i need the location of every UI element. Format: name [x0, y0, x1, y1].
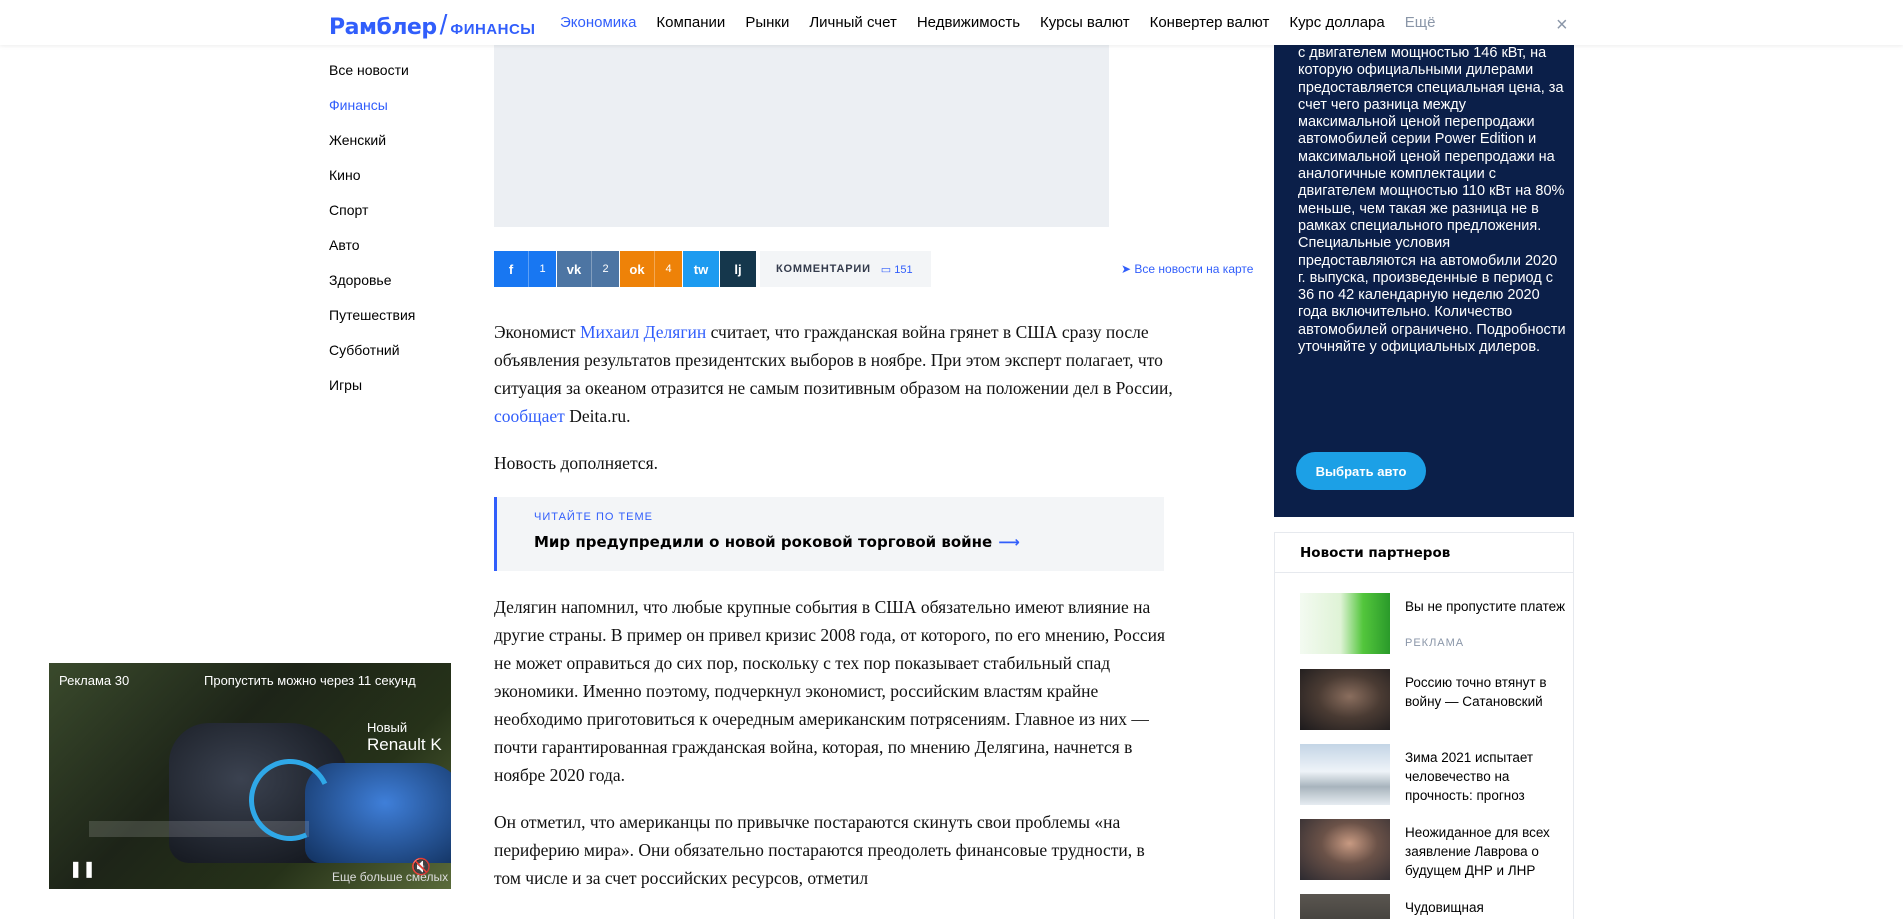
partner-news-item[interactable]: Чудовищная: [1300, 894, 1570, 919]
sidebar-item-all-news[interactable]: Все новости: [329, 62, 415, 97]
partner-news-text: Неожиданное для всех заявление Лаврова о…: [1405, 825, 1550, 878]
comments-button[interactable]: КОММЕНТАРИИ ▭ 151: [760, 251, 931, 287]
video-ad-player[interactable]: Реклама 30 Пропустить можно через 11 сек…: [49, 663, 451, 889]
odnoklassniki-icon: ok: [629, 261, 645, 277]
partner-news-title: Новости партнеров: [1300, 545, 1451, 561]
partner-news-item[interactable]: Зима 2021 испытает человечество на прочн…: [1300, 744, 1570, 808]
article-paragraph: Он отметил, что американцы по привычке п…: [494, 812, 1145, 888]
twitter-icon: tw: [693, 261, 709, 277]
vk-icon: vk: [566, 261, 582, 277]
location-arrow-icon: ➤: [1121, 262, 1132, 276]
divider: [1275, 572, 1573, 573]
nav-item-dollar-rate[interactable]: Курс доллара: [1289, 14, 1384, 31]
nav-item-personal-account[interactable]: Личный счет: [809, 14, 897, 31]
source-link[interactable]: сообщает: [494, 406, 565, 426]
article-paragraph: Делягин напомнил, что любые крупные собы…: [494, 597, 1166, 785]
logo-slash: /: [439, 9, 448, 40]
comments-count: ▭ 151: [881, 263, 913, 276]
comments-label: КОММЕНТАРИИ: [776, 263, 871, 275]
partner-news-thumbnail: [1300, 894, 1390, 919]
partner-news-thumbnail: [1300, 744, 1390, 805]
skip-ad-label[interactable]: Пропустить можно через 11 секунд: [204, 673, 416, 688]
nav-item-companies[interactable]: Компании: [656, 14, 725, 31]
site-header: Рамблер / ФИНАНСЫ Экономика Компании Рын…: [0, 0, 1903, 45]
share-livejournal-button[interactable]: lj: [720, 251, 756, 287]
article-paragraph: Экономист Михаил Делягин считает, что гр…: [494, 318, 1174, 430]
nav-item-more[interactable]: Ещё: [1405, 14, 1436, 31]
nav-item-economics[interactable]: Экономика: [560, 14, 636, 31]
partner-news: Новости партнеров Вы не пропустите плате…: [1274, 532, 1574, 919]
arrow-right-icon: ⟶: [998, 533, 1020, 551]
ad-countdown-label: Реклама 30: [59, 673, 130, 688]
nav-item-currency-converter[interactable]: Конвертер валют: [1150, 14, 1270, 31]
share-bar: f 1 vk 2 ok 4 tw lj КОММЕНТАРИИ ▭ 151: [494, 251, 931, 287]
read-also-link[interactable]: Мир предупредили о новой роковой торгово…: [534, 533, 1164, 551]
comments-count-value: 151: [894, 263, 913, 276]
top-nav: Экономика Компании Рынки Личный счет Нед…: [560, 14, 1455, 31]
comment-bubble-icon: ▭: [880, 263, 892, 276]
read-also-link-text: Мир предупредили о новой роковой торгово…: [534, 533, 993, 551]
logo-main-text: Рамблер: [329, 15, 437, 40]
mute-icon[interactable]: 🔇: [411, 857, 431, 877]
sidebar-item-sport[interactable]: Спорт: [329, 202, 415, 237]
paragraph-text: Deita.ru.: [564, 406, 631, 426]
sidebar-item-finance[interactable]: Финансы: [329, 97, 415, 132]
sidebar: Все новости Финансы Женский Кино Спорт А…: [329, 62, 415, 412]
facebook-count: 1: [528, 251, 556, 287]
car-ad-banner[interactable]: с двигателем мощностью 146 кВт, на котор…: [1274, 0, 1574, 517]
article-body: Экономист Михаил Делягин считает, что гр…: [494, 318, 1174, 496]
livejournal-icon: lj: [734, 261, 742, 277]
car-ad-text: с двигателем мощностью 146 кВт, на котор…: [1298, 45, 1566, 356]
nav-item-real-estate[interactable]: Недвижимость: [917, 14, 1020, 31]
news-map-link[interactable]: ➤ Все новости на карте: [1121, 262, 1253, 276]
delyagin-link[interactable]: Михаил Делягин: [580, 322, 706, 342]
sidebar-item-kino[interactable]: Кино: [329, 167, 415, 202]
pause-icon[interactable]: ❚❚: [69, 859, 96, 879]
ad-brand-big: Renault K: [367, 735, 442, 754]
article-image: [494, 45, 1109, 227]
logo-sub-text: ФИНАНСЫ: [450, 21, 536, 38]
sidebar-item-women[interactable]: Женский: [329, 132, 415, 167]
read-also-title: ЧИТАЙТЕ ПО ТЕМЕ: [534, 511, 654, 523]
sidebar-item-saturday[interactable]: Субботний: [329, 342, 415, 377]
partner-news-thumbnail: [1300, 593, 1390, 654]
sidebar-item-travel[interactable]: Путешествия: [329, 307, 415, 342]
close-icon[interactable]: ×: [1556, 14, 1568, 37]
partner-news-text: Чудовищная: [1405, 900, 1484, 915]
share-twitter-button[interactable]: tw: [683, 251, 719, 287]
sidebar-item-auto[interactable]: Авто: [329, 237, 415, 272]
rambler-logo[interactable]: Рамблер / ФИНАНСЫ: [329, 9, 536, 41]
article-body-continued: Делягин напомнил, что любые крупные собы…: [494, 593, 1174, 911]
partner-news-item[interactable]: Вы не пропустите платеж РЕКЛАМА: [1300, 593, 1570, 657]
partner-news-text: Россию точно втянут в войну — Сатановски…: [1405, 675, 1547, 709]
article-paragraph: Новость дополняется.: [494, 453, 658, 473]
paragraph-text: Экономист: [494, 322, 580, 342]
news-map-label: Все новости на карте: [1134, 262, 1254, 276]
share-facebook-button[interactable]: f 1: [494, 251, 556, 287]
ok-count: 4: [654, 251, 682, 287]
share-vk-button[interactable]: vk 2: [557, 251, 619, 287]
partner-news-thumbnail: [1300, 669, 1390, 730]
choose-car-button[interactable]: Выбрать авто: [1296, 452, 1426, 490]
partner-news-item[interactable]: Неожиданное для всех заявление Лаврова о…: [1300, 819, 1570, 883]
share-ok-button[interactable]: ok 4: [620, 251, 682, 287]
nav-item-exchange-rates[interactable]: Курсы валют: [1040, 14, 1130, 31]
read-also-block[interactable]: ЧИТАЙТЕ ПО ТЕМЕ Мир предупредили о новой…: [494, 497, 1164, 571]
sidebar-item-games[interactable]: Игры: [329, 377, 415, 412]
ad-label: РЕКЛАМА: [1405, 637, 1465, 649]
sidebar-item-health[interactable]: Здоровье: [329, 272, 415, 307]
nav-item-markets[interactable]: Рынки: [745, 14, 789, 31]
ad-brand-small: Новый: [367, 720, 408, 735]
partner-news-thumbnail: [1300, 819, 1390, 880]
partner-news-item[interactable]: Россию точно втянут в войну — Сатановски…: [1300, 669, 1570, 733]
partner-news-text: Вы не пропустите платеж: [1405, 599, 1565, 614]
facebook-icon: f: [508, 261, 514, 277]
partner-news-text: Зима 2021 испытает человечество на прочн…: [1405, 750, 1534, 803]
vk-count: 2: [591, 251, 619, 287]
